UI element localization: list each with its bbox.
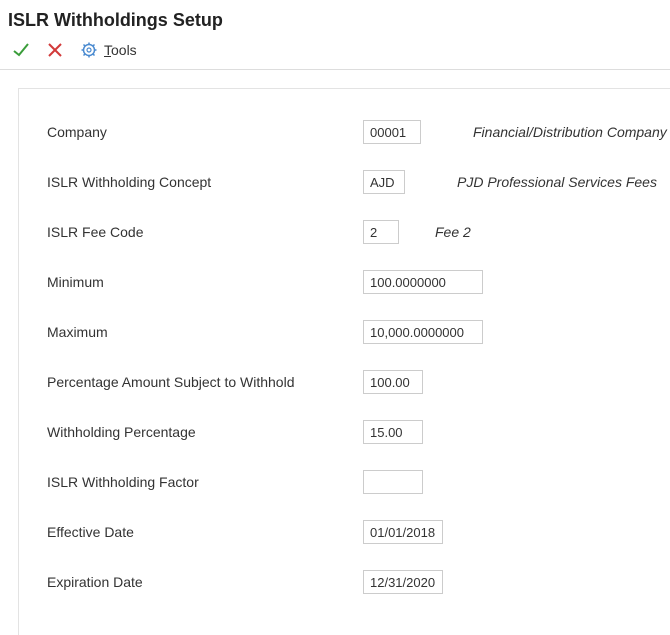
row-company: Company Financial/Distribution Company [19, 107, 670, 157]
row-expdate: Expiration Date [19, 557, 670, 607]
tools-button[interactable]: Tools [80, 41, 137, 59]
gear-icon [80, 41, 98, 59]
row-pctsubject: Percentage Amount Subject to Withhold [19, 357, 670, 407]
ok-icon[interactable] [12, 41, 30, 59]
row-feecode: ISLR Fee Code Fee 2 [19, 207, 670, 257]
concept-input[interactable] [363, 170, 405, 194]
withpct-input[interactable] [363, 420, 423, 444]
label-concept: ISLR Withholding Concept [47, 174, 363, 190]
label-expdate: Expiration Date [47, 574, 363, 590]
concept-desc: PJD Professional Services Fees [457, 174, 657, 190]
minimum-input[interactable] [363, 270, 483, 294]
row-effdate: Effective Date [19, 507, 670, 557]
label-feecode: ISLR Fee Code [47, 224, 363, 240]
row-withpct: Withholding Percentage [19, 407, 670, 457]
label-factor: ISLR Withholding Factor [47, 474, 363, 490]
tools-label: Tools [104, 42, 137, 58]
maximum-input[interactable] [363, 320, 483, 344]
factor-input[interactable] [363, 470, 423, 494]
label-minimum: Minimum [47, 274, 363, 290]
toolbar: Tools [0, 35, 670, 70]
label-pctsubject: Percentage Amount Subject to Withhold [47, 374, 363, 390]
row-minimum: Minimum [19, 257, 670, 307]
row-factor: ISLR Withholding Factor [19, 457, 670, 507]
label-effdate: Effective Date [47, 524, 363, 540]
label-company: Company [47, 124, 363, 140]
expdate-input[interactable] [363, 570, 443, 594]
pctsubject-input[interactable] [363, 370, 423, 394]
company-input[interactable] [363, 120, 421, 144]
page-title: ISLR Withholdings Setup [0, 0, 670, 35]
tools-label-rest: ools [111, 42, 137, 58]
company-desc: Financial/Distribution Company [473, 124, 667, 140]
label-withpct: Withholding Percentage [47, 424, 363, 440]
form: Company Financial/Distribution Company I… [18, 88, 670, 635]
effdate-input[interactable] [363, 520, 443, 544]
cancel-icon[interactable] [46, 41, 64, 59]
row-maximum: Maximum [19, 307, 670, 357]
row-concept: ISLR Withholding Concept PJD Professiona… [19, 157, 670, 207]
label-maximum: Maximum [47, 324, 363, 340]
feecode-input[interactable] [363, 220, 399, 244]
feecode-desc: Fee 2 [435, 224, 471, 240]
